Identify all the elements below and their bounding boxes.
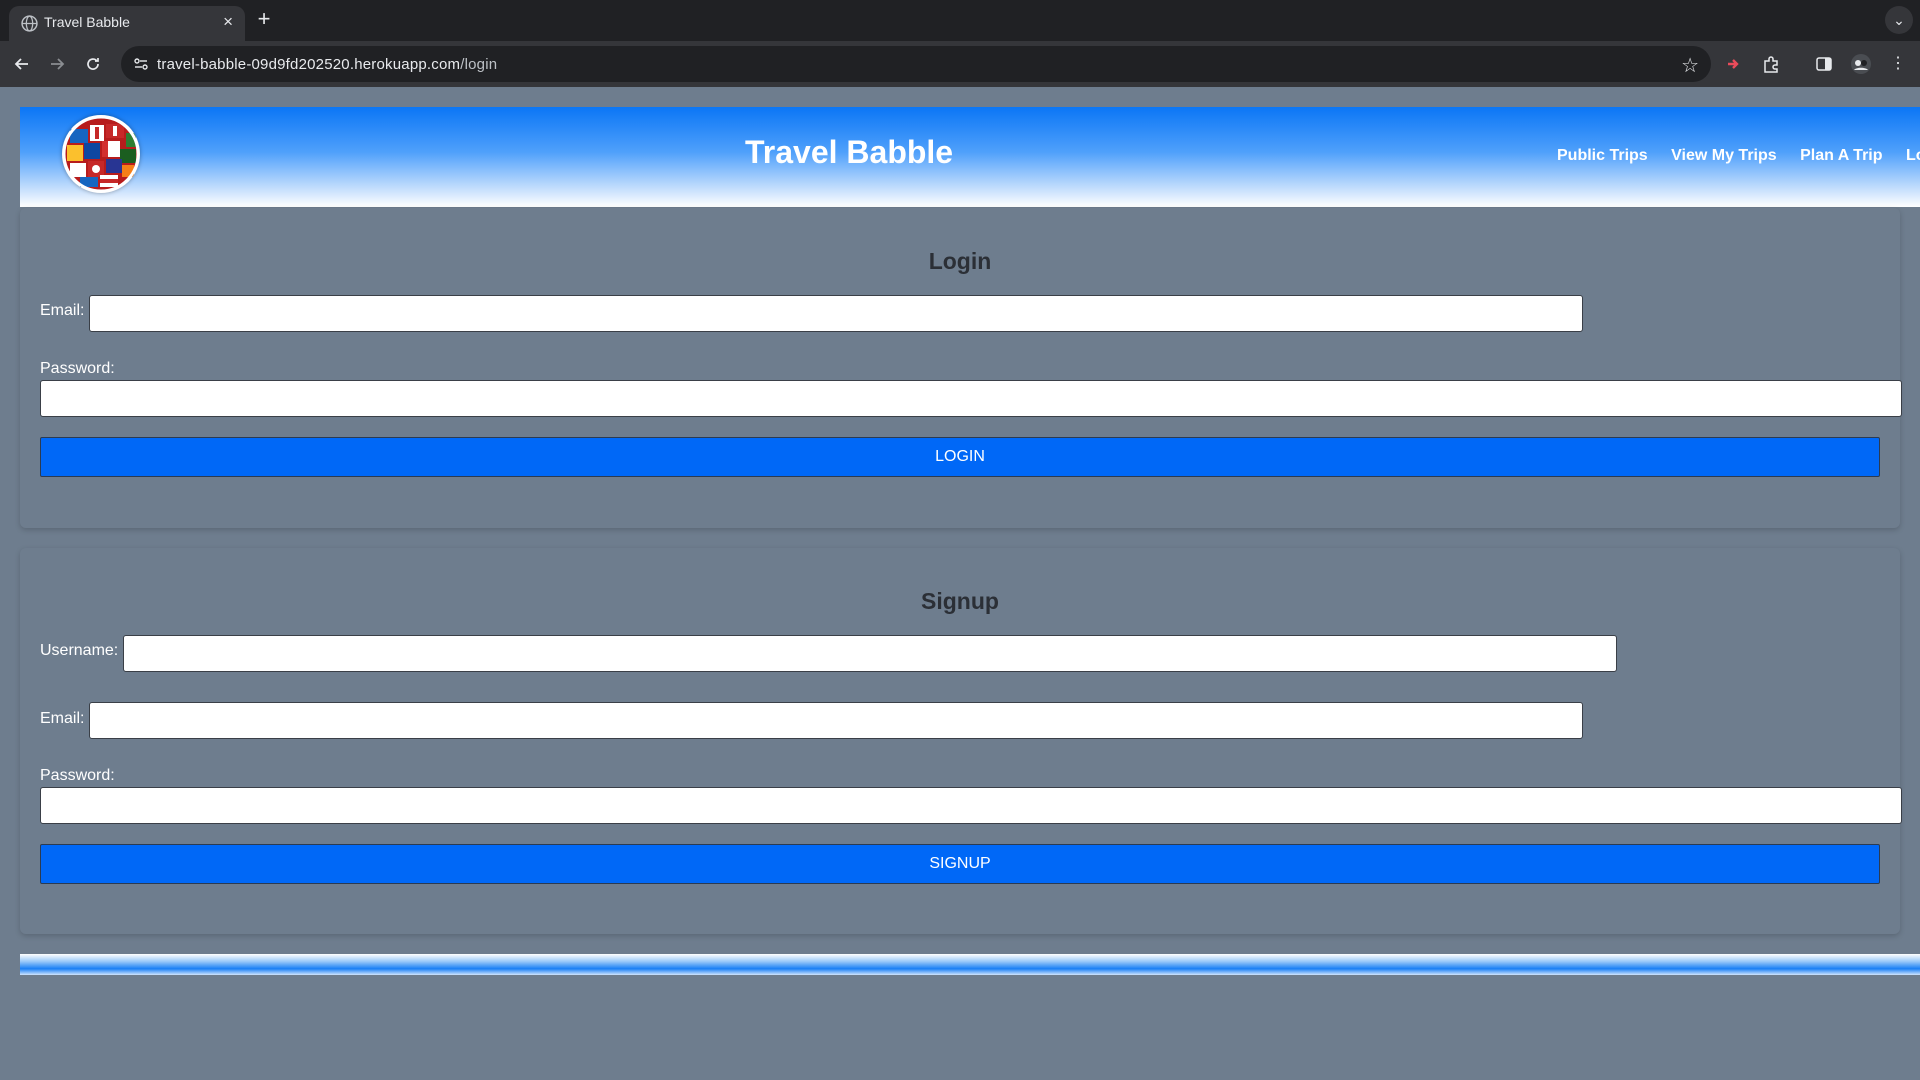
back-icon[interactable]: [8, 50, 36, 78]
nav-view-my-trips[interactable]: View My Trips: [1671, 147, 1777, 164]
footer-bar: [20, 954, 1920, 975]
browser-toolbar: travel-babble-09d9fd202520.herokuapp.com…: [0, 41, 1920, 87]
url-host: travel-babble-09d9fd202520.herokuapp.com: [157, 56, 461, 73]
menu-icon[interactable]: ⋮: [1884, 50, 1912, 78]
login-button[interactable]: LOGIN: [40, 437, 1880, 477]
nav-logout[interactable]: Log: [1906, 147, 1920, 164]
site-info-icon[interactable]: [133, 56, 149, 72]
new-tab-button[interactable]: +: [253, 6, 275, 32]
login-heading: Login: [928, 248, 992, 274]
forward-icon[interactable]: [43, 50, 71, 78]
main-nav: Public Trips View My Trips Plan A Trip L…: [1557, 147, 1920, 165]
tab-search-button[interactable]: ⌄: [1885, 6, 1913, 34]
signup-button[interactable]: SIGNUP: [40, 844, 1880, 884]
browser-tab[interactable]: Travel Babble ×: [9, 6, 245, 41]
login-email-input[interactable]: [89, 295, 1583, 332]
site-header: Travel Babble Public Trips View My Trips…: [20, 107, 1920, 207]
nav-plan-a-trip[interactable]: Plan A Trip: [1800, 147, 1882, 164]
profile-icon[interactable]: [1847, 50, 1875, 78]
login-password-label: Password:: [40, 360, 115, 377]
tab-title: Travel Babble: [44, 14, 130, 30]
sidebar-icon[interactable]: [1810, 50, 1838, 78]
signup-password-label: Password:: [40, 767, 115, 784]
reload-icon[interactable]: [79, 50, 107, 78]
site-title[interactable]: Travel Babble: [745, 134, 953, 171]
signup-username-input[interactable]: [123, 635, 1617, 672]
signup-heading: Signup: [921, 588, 999, 614]
globe-icon: [21, 15, 38, 32]
url-path: /login: [460, 56, 498, 73]
tab-close-icon[interactable]: ×: [223, 12, 233, 32]
signup-card: Signup Username: Email: Password: SIGNUP: [20, 548, 1902, 934]
login-email-label: Email:: [40, 302, 85, 319]
nav-public-trips[interactable]: Public Trips: [1557, 147, 1648, 164]
signup-password-input[interactable]: [40, 787, 1902, 824]
login-password-input[interactable]: [40, 380, 1902, 417]
signup-email-label: Email:: [40, 710, 85, 727]
flags-globe-logo[interactable]: [62, 115, 140, 193]
address-bar[interactable]: travel-babble-09d9fd202520.herokuapp.com…: [121, 46, 1711, 82]
signup-email-input[interactable]: [89, 702, 1583, 739]
url-text: travel-babble-09d9fd202520.herokuapp.com…: [157, 56, 497, 73]
extension-icon[interactable]: [1720, 50, 1748, 78]
puzzle-icon[interactable]: [1757, 50, 1785, 78]
browser-tab-bar: Travel Babble × + ⌄: [0, 0, 1920, 41]
signup-username-label: Username:: [40, 642, 119, 659]
login-card: Login Email: Password: LOGIN: [20, 208, 1902, 528]
star-icon[interactable]: ☆: [1681, 53, 1699, 78]
